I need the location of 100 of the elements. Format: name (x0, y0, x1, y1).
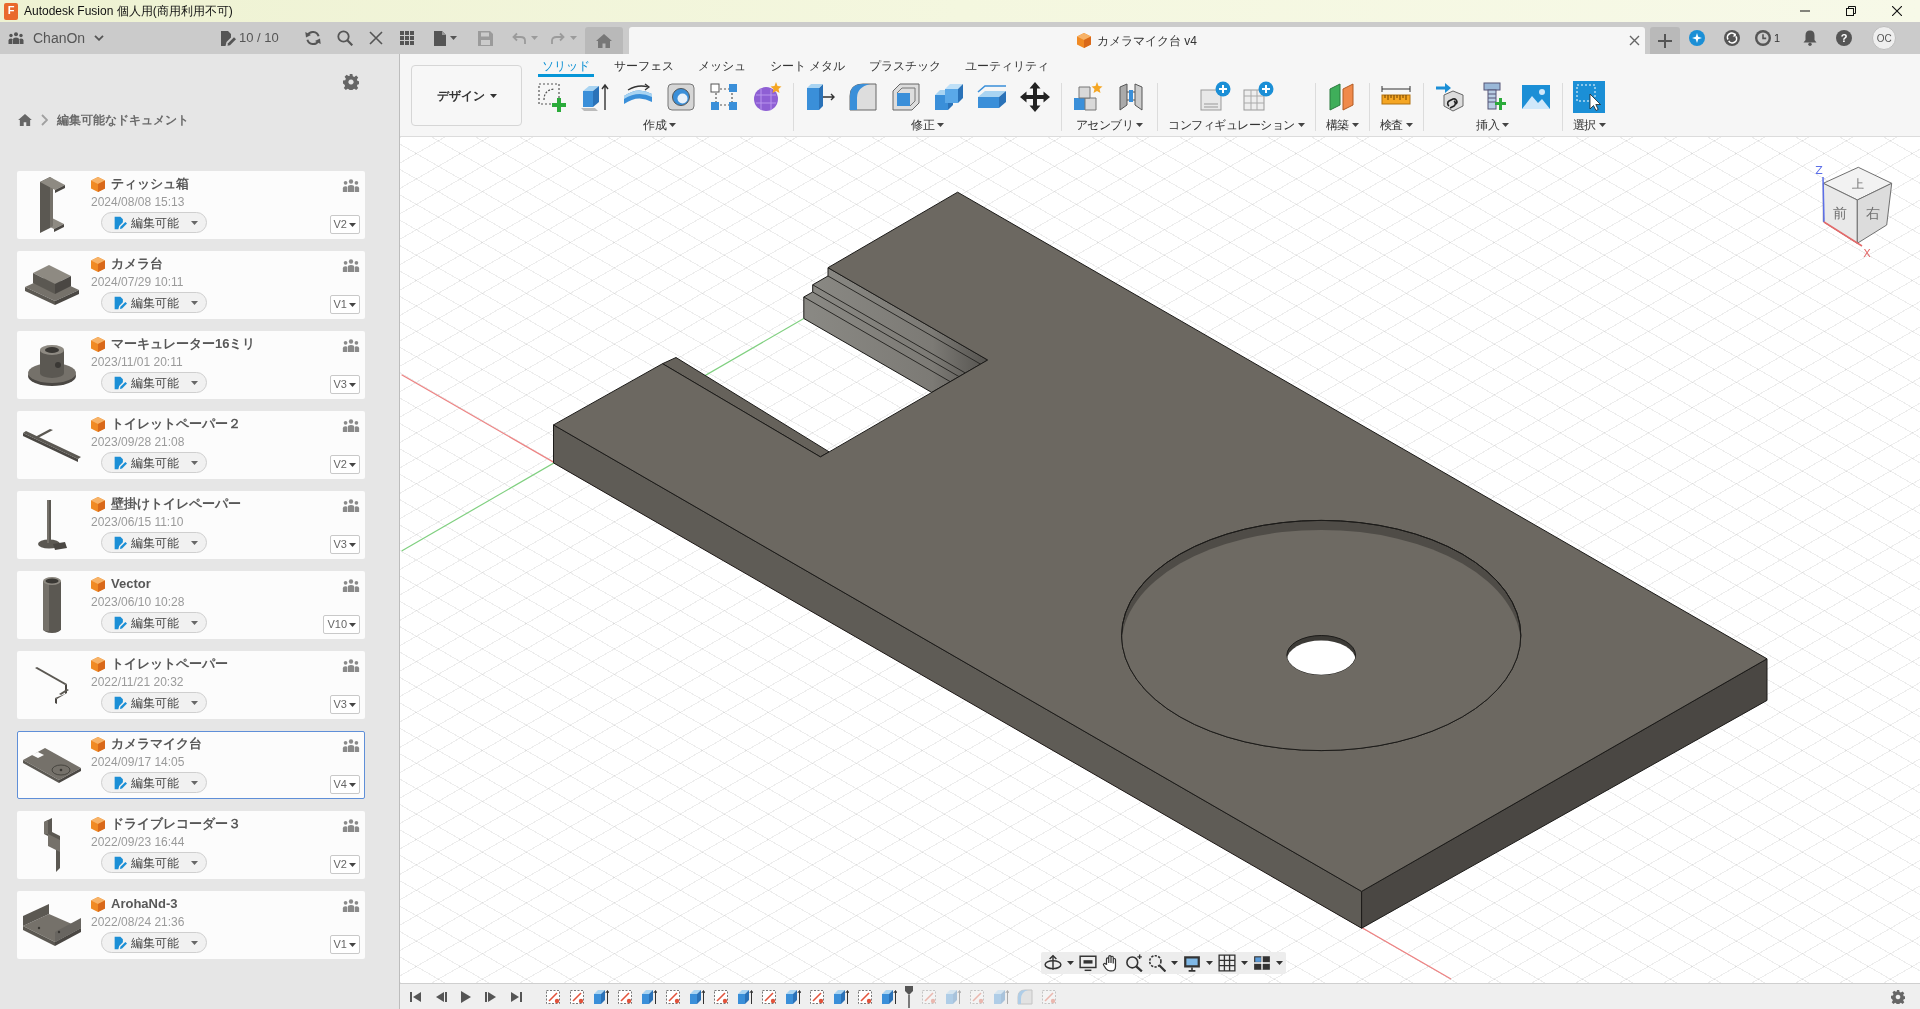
toolbar-tab[interactable]: シート メタル (758, 54, 858, 77)
screen-icon[interactable] (1079, 954, 1097, 972)
document-card[interactable]: トイレットペーパー２ 2023/09/28 21:08 編集可能 V2 (17, 411, 365, 479)
box-up-arrow-icon[interactable] (593, 988, 609, 1005)
access-dropdown[interactable]: 編集可能 (101, 292, 207, 313)
grid-icon[interactable] (1218, 954, 1236, 972)
dashed-square-icon[interactable] (617, 988, 633, 1005)
file-icon[interactable] (434, 30, 446, 46)
access-dropdown[interactable]: 編集可能 (101, 212, 207, 233)
bell-icon[interactable] (1803, 30, 1818, 46)
toolbar-tab[interactable]: ユーティリティ (953, 54, 1062, 77)
box-up-arrow-icon[interactable] (641, 988, 657, 1005)
version-dropdown[interactable]: V2 (329, 455, 360, 474)
skip-start-icon[interactable] (410, 990, 422, 1003)
cube-hole-icon[interactable] (665, 81, 697, 113)
toolbar-tab[interactable]: プラスチック (857, 54, 954, 77)
cube-face-label[interactable]: 右 (1866, 205, 1880, 221)
restore-icon[interactable] (1846, 6, 1856, 16)
timeline-marker[interactable] (905, 985, 913, 1008)
people-icon[interactable] (342, 819, 360, 832)
access-dropdown[interactable]: 編集可能 (101, 532, 207, 553)
access-dropdown[interactable]: 編集可能 (101, 852, 207, 873)
split-window-icon[interactable] (1253, 954, 1271, 972)
access-dropdown[interactable]: 編集可能 (101, 612, 207, 633)
tool-group-menu[interactable]: 作成 (643, 117, 676, 133)
view-cube[interactable]: 上 前 右 (1822, 166, 1893, 244)
step-forward-icon[interactable] (485, 990, 497, 1003)
caret-icon[interactable] (1241, 961, 1248, 965)
cube-face-label[interactable]: 前 (1833, 205, 1847, 221)
dashed-square-icon[interactable] (665, 988, 681, 1005)
chevron-down-icon[interactable] (94, 35, 105, 41)
document-card[interactable]: トイレットペーパー 2022/11/21 20:32 編集可能 V3 (17, 651, 365, 719)
panel-star-icon[interactable] (1198, 81, 1231, 113)
rounded-block-icon[interactable] (847, 81, 879, 113)
version-dropdown[interactable]: V3 (329, 535, 360, 554)
version-dropdown[interactable]: V2 (329, 855, 360, 874)
document-card[interactable]: マーキュレーター16ミリ 2023/11/01 20:11 編集可能 V3 (17, 331, 365, 399)
search-icon[interactable] (337, 30, 353, 46)
document-card[interactable]: ティッシュ箱 2024/08/08 15:13 編集可能 V2 (17, 171, 365, 239)
caret-icon[interactable] (1276, 961, 1283, 965)
dashed-square-icon[interactable] (545, 988, 561, 1005)
hollow-box-icon[interactable] (890, 81, 922, 113)
document-card[interactable]: カメラマイク台 2024/09/17 14:05 編集可能 V4 (17, 731, 365, 799)
version-dropdown[interactable]: V2 (329, 215, 360, 234)
box-up-arrow-icon[interactable] (833, 988, 849, 1005)
box-arrow-icon[interactable] (804, 81, 836, 113)
version-dropdown[interactable]: V3 (329, 375, 360, 394)
caret-icon[interactable] (1171, 961, 1178, 965)
cubes-star-icon[interactable] (1072, 81, 1104, 113)
skip-end-icon[interactable] (510, 990, 522, 1003)
caret-icon[interactable] (1067, 961, 1074, 965)
breadcrumb-label[interactable]: 編集可能なドキュメント (57, 111, 189, 129)
document-card[interactable]: 壁掛けトイレペーパー 2023/06/15 11:10 編集可能 V3 (17, 491, 365, 559)
box-up-arrow-icon[interactable] (579, 81, 611, 113)
document-card[interactable]: カメラ台 2024/07/29 10:11 編集可能 V1 (17, 251, 365, 319)
team-name[interactable]: ChanOn (33, 27, 86, 49)
document-card[interactable]: ドライブレコーダー３ 2022/09/23 16:44 編集可能 V2 (17, 811, 365, 879)
people-icon[interactable] (342, 739, 360, 752)
tool-group-menu[interactable]: アセンブリ (1075, 117, 1144, 133)
new-tab-button[interactable] (1650, 27, 1680, 54)
version-dropdown[interactable]: V10 (323, 615, 360, 634)
box-up-arrow-icon[interactable] (737, 988, 753, 1005)
clock-icon[interactable] (1755, 30, 1771, 46)
settings-icon[interactable] (343, 74, 359, 90)
four-way-arrow-icon[interactable] (1019, 81, 1051, 113)
zoom-icon[interactable] (1125, 954, 1143, 972)
close-icon[interactable] (1892, 6, 1902, 16)
box-up-arrow-icon[interactable] (785, 988, 801, 1005)
grid-icon[interactable] (400, 31, 414, 45)
dashed-square-icon[interactable] (857, 988, 873, 1005)
people-icon[interactable] (342, 579, 360, 592)
caret-icon[interactable] (1206, 961, 1213, 965)
play-icon[interactable] (460, 990, 472, 1003)
version-dropdown[interactable]: V1 (329, 295, 360, 314)
tool-group-menu[interactable]: 選択 (1572, 117, 1606, 133)
toolbar-tab[interactable]: サーフェス (602, 54, 686, 77)
version-dropdown[interactable]: V4 (329, 775, 360, 794)
sync-circle-icon[interactable] (1724, 30, 1740, 46)
table-star-icon[interactable] (1241, 81, 1274, 113)
tool-group-menu[interactable]: 構築 (1325, 117, 1359, 133)
cube-face-label[interactable]: 上 (1851, 177, 1864, 191)
plate-model-drawing[interactable] (553, 191, 1768, 929)
box-up-arrow-icon[interactable] (689, 988, 705, 1005)
people-icon[interactable] (342, 499, 360, 512)
orbit-icon[interactable] (1044, 954, 1062, 972)
version-dropdown[interactable]: V3 (329, 695, 360, 714)
monitor-icon[interactable] (1183, 954, 1201, 972)
tool-group-menu[interactable]: コンフィギュレーション (1168, 117, 1305, 133)
document-tab[interactable]: カメラマイク台 v4 (629, 27, 1645, 54)
tool-group-menu[interactable]: 検査 (1379, 117, 1413, 133)
dashed-square-icon[interactable] (809, 988, 825, 1005)
step-back-icon[interactable] (435, 990, 447, 1003)
access-dropdown[interactable]: 編集可能 (101, 692, 207, 713)
version-dropdown[interactable]: V1 (329, 935, 360, 954)
sphere-star-icon[interactable] (751, 81, 783, 113)
people-icon[interactable] (342, 659, 360, 672)
toolbar-tab[interactable]: メッシュ (686, 54, 758, 77)
select-cursor-icon[interactable] (1573, 81, 1605, 113)
dashed-square-plus-icon[interactable] (536, 81, 568, 113)
dashed-square-icon[interactable] (569, 988, 585, 1005)
